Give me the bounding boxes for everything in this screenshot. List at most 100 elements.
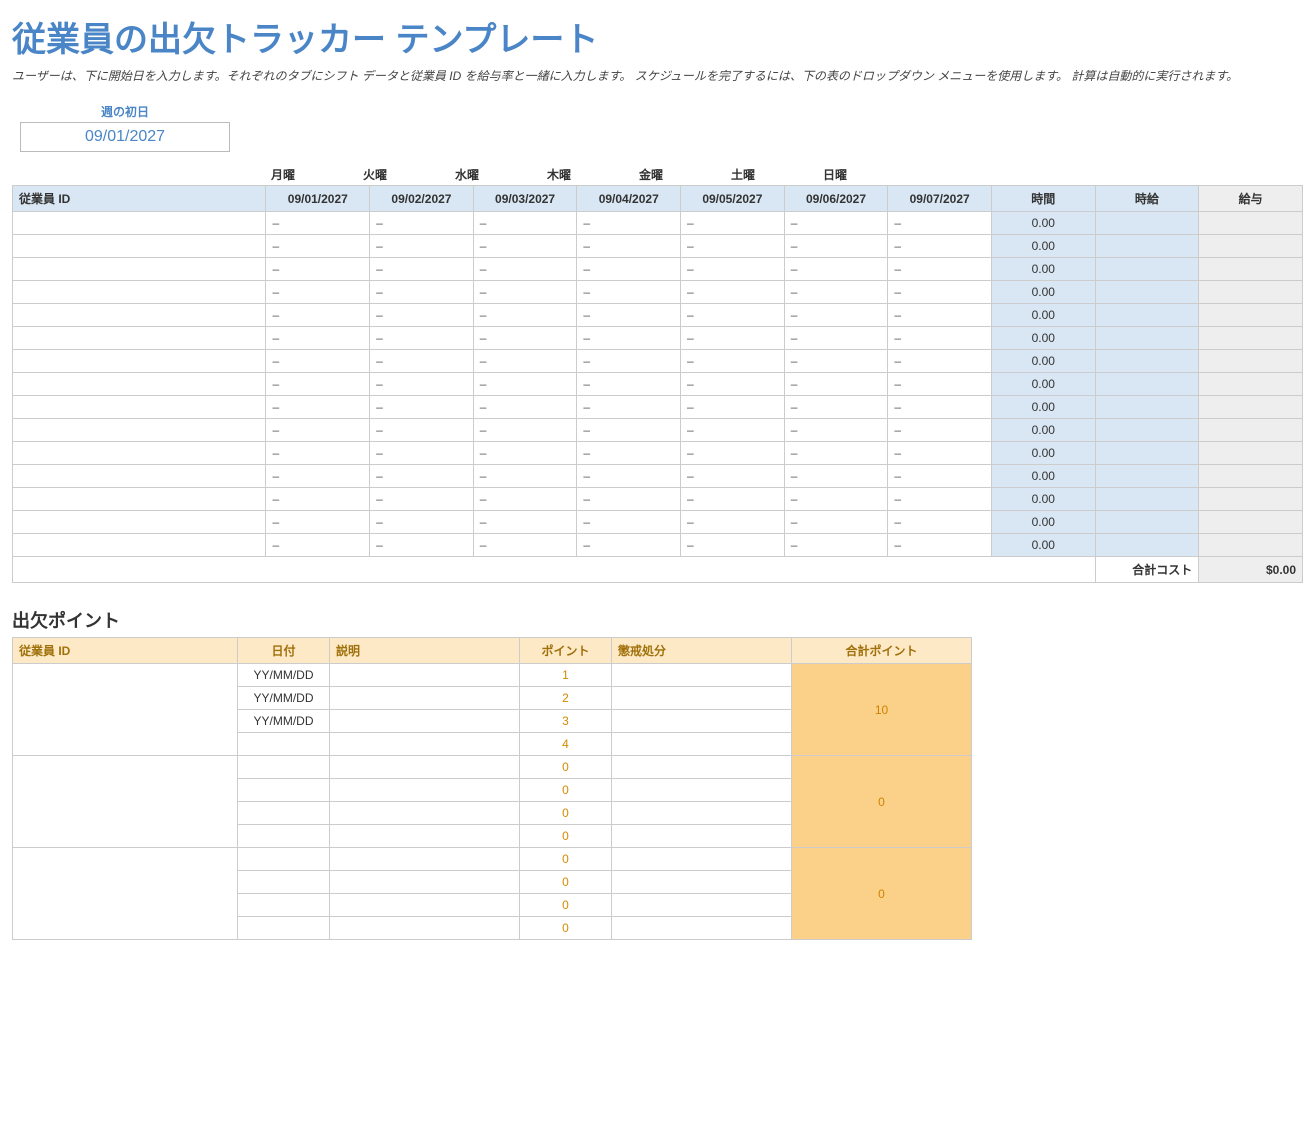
points-description-cell[interactable] bbox=[330, 687, 520, 710]
shift-cell[interactable]: – bbox=[473, 235, 577, 258]
week-start-input[interactable]: 09/01/2027 bbox=[20, 122, 230, 152]
shift-cell[interactable]: – bbox=[681, 442, 785, 465]
shift-cell[interactable]: – bbox=[473, 212, 577, 235]
shift-cell[interactable]: – bbox=[888, 350, 992, 373]
shift-cell[interactable]: – bbox=[888, 419, 992, 442]
shift-cell[interactable]: – bbox=[577, 373, 681, 396]
employee-id-cell[interactable] bbox=[13, 235, 266, 258]
shift-cell[interactable]: – bbox=[784, 511, 888, 534]
shift-cell[interactable]: – bbox=[681, 534, 785, 557]
shift-cell[interactable]: – bbox=[473, 327, 577, 350]
shift-cell[interactable]: – bbox=[888, 534, 992, 557]
shift-cell[interactable]: – bbox=[681, 488, 785, 511]
shift-cell[interactable]: – bbox=[266, 534, 370, 557]
shift-cell[interactable]: – bbox=[577, 327, 681, 350]
shift-cell[interactable]: – bbox=[681, 212, 785, 235]
shift-cell[interactable]: – bbox=[266, 373, 370, 396]
shift-cell[interactable]: – bbox=[370, 419, 474, 442]
shift-cell[interactable]: – bbox=[888, 327, 992, 350]
points-description-cell[interactable] bbox=[330, 779, 520, 802]
shift-cell[interactable]: – bbox=[370, 304, 474, 327]
shift-cell[interactable]: – bbox=[784, 304, 888, 327]
employee-id-cell[interactable] bbox=[13, 419, 266, 442]
points-description-cell[interactable] bbox=[330, 848, 520, 871]
shift-cell[interactable]: – bbox=[266, 212, 370, 235]
shift-cell[interactable]: – bbox=[681, 281, 785, 304]
points-discipline-cell[interactable] bbox=[612, 710, 792, 733]
shift-cell[interactable]: – bbox=[577, 442, 681, 465]
shift-cell[interactable]: – bbox=[473, 258, 577, 281]
employee-id-cell[interactable] bbox=[13, 534, 266, 557]
shift-cell[interactable]: – bbox=[577, 304, 681, 327]
shift-cell[interactable]: – bbox=[784, 281, 888, 304]
points-discipline-cell[interactable] bbox=[612, 779, 792, 802]
shift-cell[interactable]: – bbox=[370, 235, 474, 258]
shift-cell[interactable]: – bbox=[784, 258, 888, 281]
shift-cell[interactable]: – bbox=[784, 488, 888, 511]
points-employee-id-cell[interactable] bbox=[13, 664, 238, 756]
shift-cell[interactable]: – bbox=[888, 488, 992, 511]
shift-cell[interactable]: – bbox=[888, 212, 992, 235]
points-description-cell[interactable] bbox=[330, 917, 520, 940]
employee-id-cell[interactable] bbox=[13, 350, 266, 373]
points-discipline-cell[interactable] bbox=[612, 917, 792, 940]
shift-cell[interactable]: – bbox=[681, 419, 785, 442]
shift-cell[interactable]: – bbox=[888, 258, 992, 281]
employee-id-cell[interactable] bbox=[13, 281, 266, 304]
shift-cell[interactable]: – bbox=[784, 212, 888, 235]
points-date-cell[interactable]: YY/MM/DD bbox=[238, 664, 330, 687]
points-date-cell[interactable] bbox=[238, 917, 330, 940]
shift-cell[interactable]: – bbox=[473, 373, 577, 396]
points-discipline-cell[interactable] bbox=[612, 802, 792, 825]
points-discipline-cell[interactable] bbox=[612, 825, 792, 848]
employee-id-cell[interactable] bbox=[13, 442, 266, 465]
shift-cell[interactable]: – bbox=[370, 488, 474, 511]
shift-cell[interactable]: – bbox=[888, 373, 992, 396]
shift-cell[interactable]: – bbox=[784, 465, 888, 488]
employee-id-cell[interactable] bbox=[13, 511, 266, 534]
shift-cell[interactable]: – bbox=[473, 419, 577, 442]
points-description-cell[interactable] bbox=[330, 802, 520, 825]
shift-cell[interactable]: – bbox=[681, 235, 785, 258]
points-discipline-cell[interactable] bbox=[612, 687, 792, 710]
shift-cell[interactable]: – bbox=[473, 396, 577, 419]
points-description-cell[interactable] bbox=[330, 825, 520, 848]
shift-cell[interactable]: – bbox=[473, 304, 577, 327]
shift-cell[interactable]: – bbox=[784, 442, 888, 465]
shift-cell[interactable]: – bbox=[266, 350, 370, 373]
shift-cell[interactable]: – bbox=[784, 396, 888, 419]
employee-id-cell[interactable] bbox=[13, 258, 266, 281]
points-description-cell[interactable] bbox=[330, 733, 520, 756]
shift-cell[interactable]: – bbox=[266, 442, 370, 465]
shift-cell[interactable]: – bbox=[888, 304, 992, 327]
points-discipline-cell[interactable] bbox=[612, 894, 792, 917]
shift-cell[interactable]: – bbox=[370, 396, 474, 419]
points-date-cell[interactable] bbox=[238, 733, 330, 756]
points-discipline-cell[interactable] bbox=[612, 871, 792, 894]
shift-cell[interactable]: – bbox=[370, 511, 474, 534]
shift-cell[interactable]: – bbox=[784, 534, 888, 557]
shift-cell[interactable]: – bbox=[888, 511, 992, 534]
shift-cell[interactable]: – bbox=[888, 465, 992, 488]
shift-cell[interactable]: – bbox=[888, 396, 992, 419]
shift-cell[interactable]: – bbox=[784, 327, 888, 350]
shift-cell[interactable]: – bbox=[577, 235, 681, 258]
shift-cell[interactable]: – bbox=[370, 281, 474, 304]
points-date-cell[interactable]: YY/MM/DD bbox=[238, 710, 330, 733]
points-description-cell[interactable] bbox=[330, 664, 520, 687]
employee-id-cell[interactable] bbox=[13, 304, 266, 327]
shift-cell[interactable]: – bbox=[577, 465, 681, 488]
points-date-cell[interactable] bbox=[238, 802, 330, 825]
points-date-cell[interactable]: YY/MM/DD bbox=[238, 687, 330, 710]
shift-cell[interactable]: – bbox=[577, 258, 681, 281]
employee-id-cell[interactable] bbox=[13, 327, 266, 350]
shift-cell[interactable]: – bbox=[681, 304, 785, 327]
shift-cell[interactable]: – bbox=[681, 465, 785, 488]
shift-cell[interactable]: – bbox=[681, 350, 785, 373]
shift-cell[interactable]: – bbox=[784, 350, 888, 373]
shift-cell[interactable]: – bbox=[370, 465, 474, 488]
points-date-cell[interactable] bbox=[238, 871, 330, 894]
shift-cell[interactable]: – bbox=[784, 419, 888, 442]
shift-cell[interactable]: – bbox=[266, 235, 370, 258]
shift-cell[interactable]: – bbox=[266, 304, 370, 327]
